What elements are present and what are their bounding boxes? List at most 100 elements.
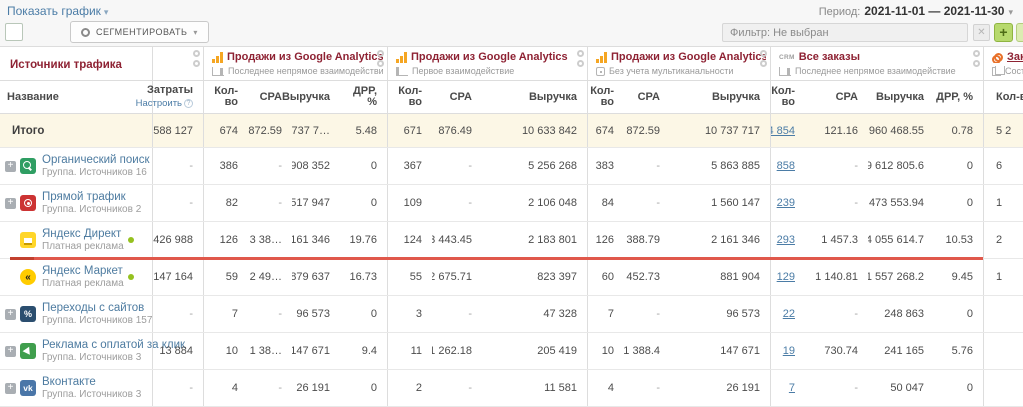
filter-bar: СЕГМЕНТИРОВАТЬ▾ ✕ + ▾ <box>0 20 1023 46</box>
column-header[interactable]: Кол-во <box>983 81 1023 113</box>
value-cell: 2 49… <box>248 259 292 295</box>
period-selector[interactable]: Период:2021-11-01 — 2021-11-30▾ <box>819 4 1013 18</box>
composite-icon <box>992 67 1001 76</box>
orders-count-link[interactable]: 129 <box>777 271 795 283</box>
source-name-link[interactable]: Переходы с сайтов <box>42 302 152 314</box>
value-cell: 5.76 <box>934 333 983 369</box>
orders-count-link[interactable]: 4 854 <box>770 125 795 137</box>
table-row: +«Яндекс МаркетПлатная реклама147 164592… <box>0 259 1023 296</box>
value-cell: 124 <box>387 222 432 258</box>
add-filter-button[interactable]: + <box>994 23 1013 42</box>
status-dot <box>128 274 134 280</box>
orders-count-link[interactable]: 239 <box>777 197 795 209</box>
group-header-row: Источники трафика Продажи из Google Anal… <box>0 47 1023 81</box>
column-header[interactable]: Выручка <box>868 81 934 113</box>
settings-gear-icon[interactable] <box>973 50 980 57</box>
column-header-costs[interactable]: Затраты Настроить? <box>152 81 203 113</box>
column-header[interactable]: Кол-во <box>587 81 624 113</box>
excel-export-button[interactable] <box>5 23 23 41</box>
direct-traffic-icon <box>20 195 36 211</box>
source-name-link[interactable]: Реклама с оплатой за клик <box>42 339 152 351</box>
value-cell: 1 517 947 <box>292 185 340 221</box>
value-cell: 383 <box>587 148 624 184</box>
column-header[interactable]: Выручка <box>670 81 770 113</box>
column-header[interactable]: ДРР, % <box>934 81 983 113</box>
column-header[interactable]: Выручка <box>482 81 587 113</box>
table-row: +Яндекс ДиректПлатная реклама426 9881263… <box>0 222 1023 259</box>
value-cell: - <box>152 296 203 332</box>
settings-gear-icon[interactable] <box>377 60 384 67</box>
value-cell: 426 988 <box>152 222 203 258</box>
value-cell: 10 <box>203 333 248 369</box>
column-header[interactable]: CPA <box>805 81 868 113</box>
column-header-name[interactable]: Название <box>0 81 152 113</box>
sites-icon: % <box>20 306 36 322</box>
source-name-link[interactable]: Вконтакте <box>42 376 141 388</box>
column-header[interactable]: ДРР, % <box>340 81 387 113</box>
source-name-link[interactable]: Яндекс Директ <box>42 228 124 240</box>
help-icon: ? <box>184 99 193 108</box>
value-cell: 109 <box>387 185 432 221</box>
filter-input[interactable] <box>722 23 968 42</box>
source-name-link[interactable]: Яндекс Маркет <box>42 265 124 277</box>
orders-count-link[interactable]: 858 <box>777 160 795 172</box>
value-cell: - <box>248 148 292 184</box>
orders-count-link[interactable]: 293 <box>777 234 795 246</box>
segment-icon <box>81 28 90 37</box>
settings-gear-icon[interactable] <box>377 50 384 57</box>
expand-button[interactable]: + <box>5 161 16 172</box>
column-header[interactable]: Выручка <box>292 81 340 113</box>
status-dot <box>128 237 134 243</box>
orders-count-link[interactable]: 7 <box>789 382 795 394</box>
source-subtitle: Группа. Источников 3 <box>42 389 141 400</box>
value-cell: 60 <box>587 259 624 295</box>
value-cell: - <box>805 148 868 184</box>
value-cell: - <box>432 370 482 406</box>
expand-button[interactable]: + <box>5 383 16 394</box>
column-header[interactable]: Кол-во <box>387 81 432 113</box>
value-cell: 1 140.81 <box>805 259 868 295</box>
value-cell: 730.74 <box>805 333 868 369</box>
orders-count-link[interactable]: 22 <box>783 308 795 320</box>
settings-gear-icon[interactable] <box>577 50 584 57</box>
expand-button[interactable]: + <box>5 309 16 320</box>
column-header[interactable]: Кол-во <box>770 81 805 113</box>
table-row: +vkВконтактеГруппа. Источников 3-4-26 19… <box>0 370 1023 407</box>
expand-button[interactable]: + <box>5 346 16 357</box>
source-name-link[interactable]: Органический поиск <box>42 154 150 166</box>
column-header[interactable]: CPA <box>624 81 670 113</box>
expand-button[interactable]: + <box>5 198 16 209</box>
show-chart-toggle[interactable]: Показать график▾ <box>7 4 108 18</box>
source-name-cell: +Яндекс ДиректПлатная реклама <box>0 222 152 258</box>
value-cell: 872.59 <box>248 114 292 147</box>
table-row: +%Переходы с сайтовГруппа. Источников 15… <box>0 296 1023 333</box>
value-cell: 0.78 <box>934 114 983 147</box>
value-cell: 879 637 <box>292 259 340 295</box>
settings-gear-icon[interactable] <box>193 50 200 57</box>
settings-gear-icon[interactable] <box>760 50 767 57</box>
settings-gear-icon[interactable] <box>577 60 584 67</box>
segment-button[interactable]: СЕГМЕНТИРОВАТЬ▾ <box>70 21 209 43</box>
column-header[interactable]: CPA <box>432 81 482 113</box>
google-analytics-icon <box>596 52 607 63</box>
source-name-cell: +«Яндекс МаркетПлатная реклама <box>0 259 152 295</box>
value-cell: 2 <box>983 222 1023 258</box>
value-cell: 74 960 468.55 <box>868 114 934 147</box>
source-name-link[interactable]: Прямой трафик <box>42 191 141 203</box>
filter-more-button[interactable]: ▾ <box>1016 23 1023 42</box>
group-header-ga-last-indirect: Продажи из Google Analytics Последнее не… <box>203 47 387 80</box>
configure-costs-link[interactable]: Настроить? <box>136 98 193 109</box>
settings-gear-icon[interactable] <box>760 60 767 67</box>
column-header[interactable]: Кол-во <box>203 81 248 113</box>
clear-filter-button[interactable]: ✕ <box>973 24 990 41</box>
value-cell: 2 161 346 <box>670 222 770 258</box>
orders-count-link[interactable]: 19 <box>783 345 795 357</box>
settings-gear-icon[interactable] <box>973 60 980 67</box>
value-cell: 4 854 <box>770 114 805 147</box>
value-cell: - <box>432 296 482 332</box>
value-cell: 4 <box>203 370 248 406</box>
settings-gear-icon[interactable] <box>193 60 200 67</box>
value-cell: 10 737 7… <box>292 114 340 147</box>
source-text: Реклама с оплатой за кликГруппа. Источни… <box>42 339 152 363</box>
value-cell: 19 <box>770 333 805 369</box>
